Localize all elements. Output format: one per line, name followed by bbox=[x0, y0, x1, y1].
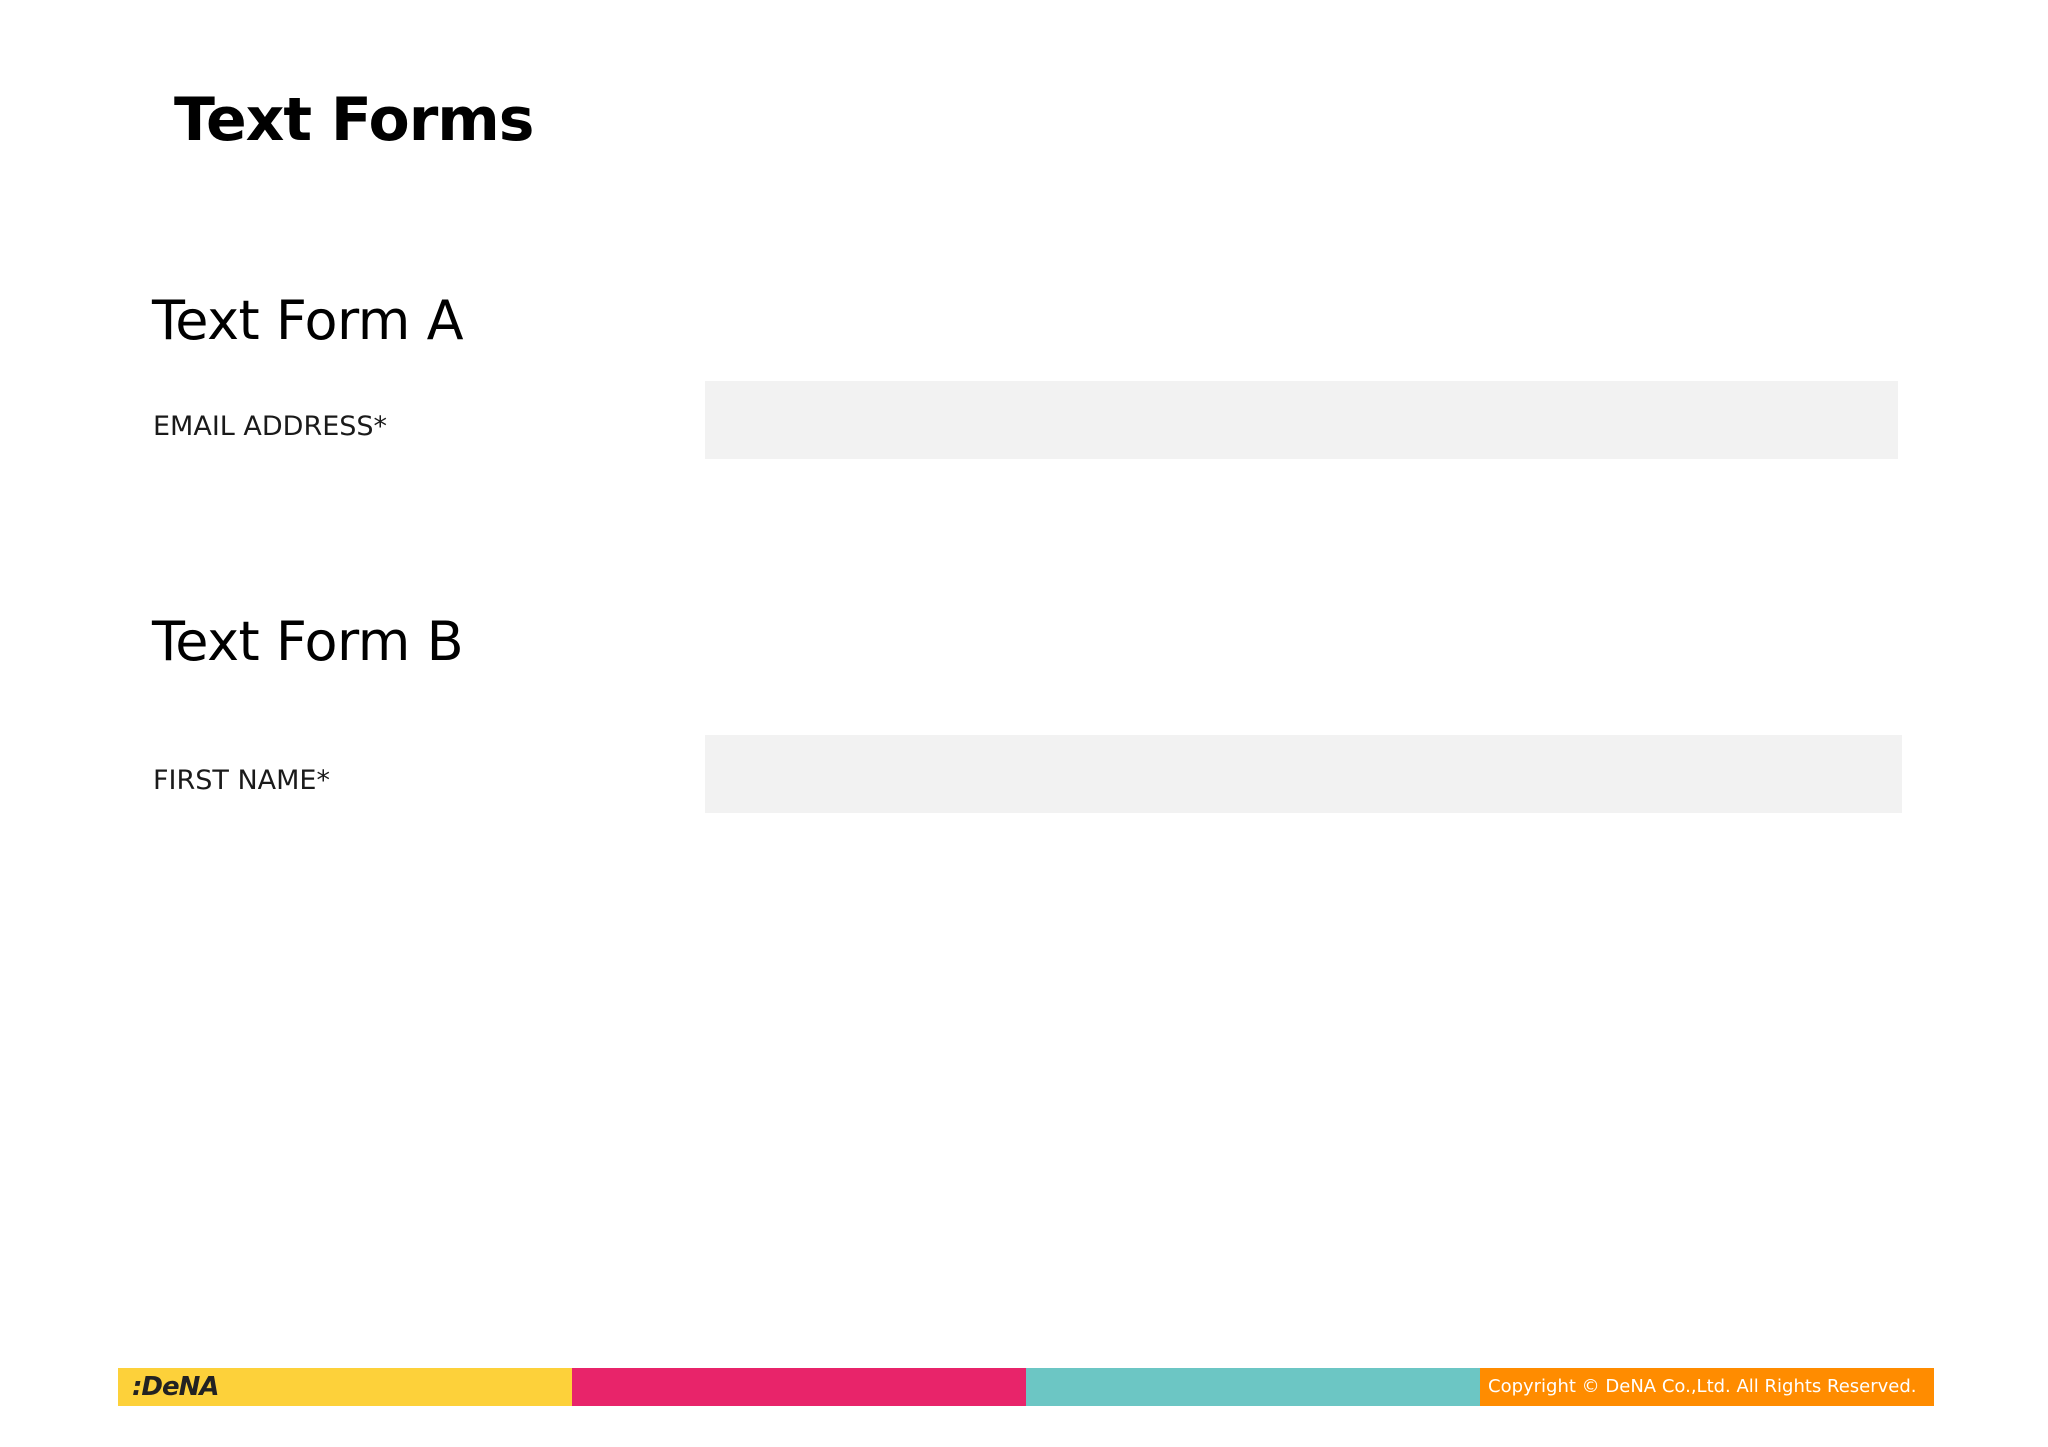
copyright-text: Copyright © DeNA Co.,Ltd. All Rights Res… bbox=[1488, 1376, 1917, 1397]
footer-segment-teal bbox=[1026, 1368, 1480, 1406]
dena-logo: :DeNA bbox=[132, 1372, 219, 1402]
section-title-text-form-a: Text Form A bbox=[152, 289, 464, 352]
footer-color-bar: :DeNA Copyright © DeNA Co.,Ltd. All Righ… bbox=[118, 1368, 1934, 1406]
email-address-label: EMAIL ADDRESS* bbox=[153, 411, 388, 442]
first-name-input[interactable] bbox=[705, 735, 1902, 813]
section-title-text-form-b: Text Form B bbox=[152, 610, 464, 673]
email-address-input[interactable] bbox=[705, 381, 1898, 459]
footer-segment-pink bbox=[572, 1368, 1026, 1406]
footer-segment-orange: Copyright © DeNA Co.,Ltd. All Rights Res… bbox=[1480, 1368, 1934, 1406]
footer-segment-yellow: :DeNA bbox=[118, 1368, 572, 1406]
first-name-label: FIRST NAME* bbox=[153, 765, 330, 796]
page-title: Text Forms bbox=[174, 85, 535, 155]
